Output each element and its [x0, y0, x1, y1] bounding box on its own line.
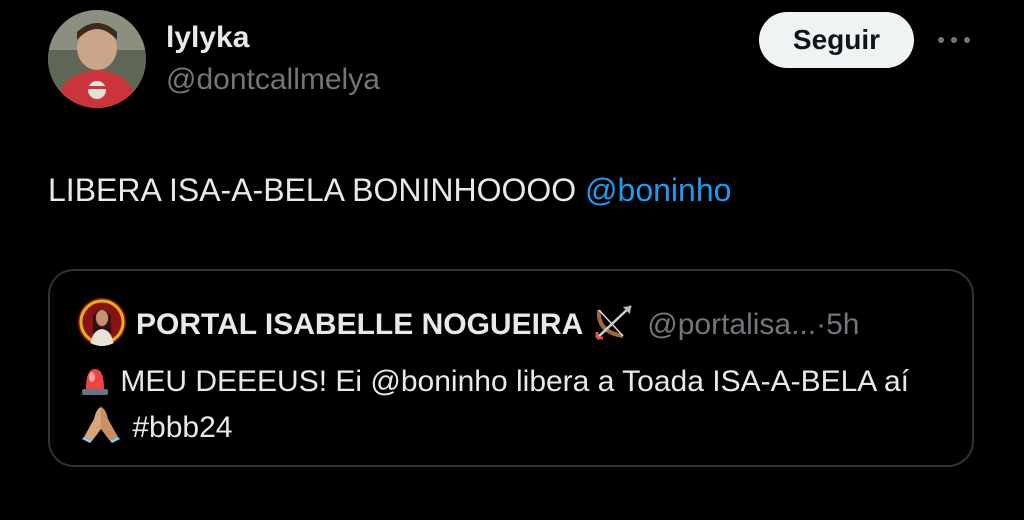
hashtag-link[interactable]: #bbb24	[132, 411, 232, 444]
quoted-timestamp[interactable]: 5h	[826, 308, 859, 341]
mention-link[interactable]: @boninho	[585, 172, 731, 208]
quoted-text: MEU DEEEUS! Ei @boninho libera a Toada I…	[78, 361, 918, 449]
quoted-text-part-1: MEU DEEEUS! Ei	[120, 365, 363, 398]
quoted-handle[interactable]: @portalisa...	[647, 308, 816, 341]
quoted-tweet[interactable]: PORTAL ISABELLE NOGUEIRA @portalisa...·5…	[48, 269, 974, 467]
quoted-header: PORTAL ISABELLE NOGUEIRA @portalisa...·5…	[136, 302, 859, 345]
more-horizontal-icon[interactable]	[934, 28, 974, 52]
author-handle[interactable]: @dontcallmelya	[166, 62, 380, 98]
bow-and-arrow-emoji	[595, 305, 633, 340]
folded-hands-emoji	[82, 407, 120, 443]
avatar[interactable]	[48, 10, 146, 108]
follow-button[interactable]: Seguir	[759, 12, 914, 68]
police-light-emoji	[82, 369, 108, 395]
quoted-avatar[interactable]	[78, 298, 126, 346]
avatar-photo	[48, 10, 146, 108]
separator-dot: ·	[816, 308, 827, 341]
quoted-text-part-2: libera a Toada ISA-A-BELA aí	[515, 365, 910, 398]
quoted-display-name[interactable]: PORTAL ISABELLE NOGUEIRA	[136, 308, 583, 341]
quoted-avatar-photo	[78, 298, 126, 346]
tweet-text: LIBERA ISA-A-BELA BONINHOOOO @boninho	[48, 170, 731, 210]
tweet-body-text: LIBERA ISA-A-BELA BONINHOOOO	[48, 172, 577, 208]
author-display-name[interactable]: lylyka	[166, 20, 249, 56]
quoted-mention-link[interactable]: @boninho	[370, 365, 507, 398]
